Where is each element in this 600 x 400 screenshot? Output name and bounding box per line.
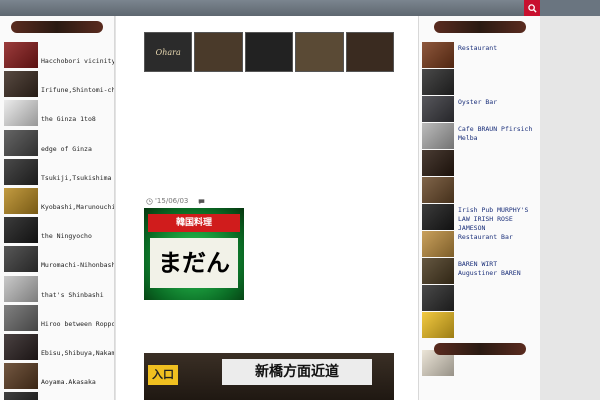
banner-tile[interactable] bbox=[244, 32, 294, 72]
left-sidebar-item[interactable]: Hiroo between Roppongi bbox=[4, 304, 114, 333]
area-name-en[interactable]: Tsukiji,Tsukishima bbox=[41, 174, 111, 182]
area-thumbnail[interactable] bbox=[4, 334, 38, 360]
left-sidebar-item[interactable]: Irifune,Shintomi-cho bbox=[4, 71, 114, 99]
area-thumbnail[interactable] bbox=[4, 363, 38, 390]
shop-thumbnail[interactable] bbox=[422, 96, 454, 122]
shop-link[interactable]: Irish Pub MURPHY'S LAW IRISH ROSE JAMESO… bbox=[458, 206, 540, 232]
left-sidebar: Hacchobori vicinity Irifune,Shintomi-cho t… bbox=[0, 16, 115, 400]
banner-tile[interactable] bbox=[295, 32, 344, 72]
area-name-en[interactable]: Kyobashi,Marunouchi bbox=[41, 203, 114, 211]
right-sidebar-item[interactable] bbox=[422, 69, 540, 97]
shop-thumbnail[interactable] bbox=[422, 150, 454, 176]
left-sidebar-item[interactable]: Hacchobori vicinity bbox=[4, 42, 114, 70]
left-sidebar-item[interactable]: the Ginza 1to8 bbox=[4, 100, 114, 128]
sign-main-text: まだん bbox=[150, 238, 238, 288]
area-thumbnail[interactable] bbox=[4, 217, 38, 244]
shop-thumbnail[interactable] bbox=[422, 258, 454, 284]
right-sidebar-heading bbox=[419, 16, 540, 38]
area-name-en[interactable]: Aoyama.Akasaka bbox=[41, 378, 96, 386]
area-thumbnail[interactable] bbox=[4, 129, 38, 156]
comment-icon bbox=[199, 198, 205, 204]
sign-header-text: 韓国料理 bbox=[148, 214, 240, 232]
site-intro bbox=[144, 88, 394, 126]
post-meta: '15/06/03 bbox=[146, 197, 207, 205]
left-sidebar-item[interactable]: Kyobashi,Marunouchi bbox=[4, 188, 114, 216]
area-name-en[interactable]: Ebisu,Shibuya,Nakame. bbox=[41, 349, 114, 357]
shop-thumbnail[interactable] bbox=[422, 231, 454, 257]
shop-link[interactable]: Cafe BRAUN Pfirsich Melba bbox=[458, 125, 540, 143]
shop-thumbnail[interactable] bbox=[422, 177, 454, 203]
right-sidebar-item[interactable]: Irish Pub MURPHY'S LAW IRISH ROSE JAMESO… bbox=[422, 204, 540, 232]
banner-tile[interactable] bbox=[194, 32, 243, 72]
left-sidebar-item[interactable]: Tsukiji,Tsukishima bbox=[4, 158, 114, 187]
right-sidebar-item[interactable] bbox=[422, 177, 540, 205]
area-name-en[interactable]: Irifune,Shintomi-cho bbox=[41, 86, 114, 94]
post-body bbox=[248, 208, 398, 298]
right-sidebar-item[interactable]: BAREN WIRT Augustiner BAREN bbox=[422, 258, 540, 286]
right-sidebar-item[interactable] bbox=[422, 150, 540, 178]
area-thumbnail[interactable] bbox=[4, 246, 38, 273]
clock-icon bbox=[146, 197, 153, 205]
area-name-en[interactable]: the Ginza 1to8 bbox=[41, 115, 96, 123]
post-title[interactable] bbox=[144, 143, 394, 177]
area-thumbnail[interactable] bbox=[4, 304, 38, 331]
banner-tile[interactable]: Ohara bbox=[144, 32, 193, 72]
area-name-en[interactable]: Muromachi-Nihonbashi bbox=[41, 261, 114, 269]
street-sign-photo: 入口 新橋方面近道 bbox=[144, 353, 394, 400]
area-thumbnail[interactable] bbox=[4, 100, 38, 127]
direction-sign: 新橋方面近道 bbox=[222, 359, 372, 385]
right-sidebar-item[interactable] bbox=[422, 285, 540, 313]
left-sidebar-item[interactable]: Aoyama.Akasaka bbox=[4, 363, 114, 391]
right-sidebar-item[interactable]: Restaurant Bar bbox=[422, 231, 540, 259]
left-sidebar-item[interactable]: edge of Ginza bbox=[4, 129, 114, 158]
area-name-en[interactable]: Hacchobori vicinity bbox=[41, 57, 114, 65]
left-sidebar-item[interactable]: that's Shinbashi bbox=[4, 275, 114, 304]
right-sidebar-item[interactable] bbox=[422, 312, 540, 340]
area-name-en[interactable]: edge of Ginza bbox=[41, 145, 92, 153]
right-sidebar-item[interactable]: Oyster Bar bbox=[422, 96, 540, 124]
shop-thumbnail[interactable] bbox=[422, 204, 454, 230]
right-sidebar-heading-2 bbox=[419, 338, 540, 360]
search-button[interactable] bbox=[524, 0, 540, 16]
right-sidebar-item[interactable]: Cafe BRAUN Pfirsich Melba bbox=[422, 123, 540, 151]
left-sidebar-item[interactable]: Azabu,Shirokane bbox=[4, 392, 114, 400]
area-thumbnail[interactable] bbox=[4, 158, 38, 185]
area-name-en[interactable]: Hiroo between Roppongi bbox=[41, 320, 114, 328]
search-icon bbox=[527, 3, 537, 13]
right-sidebar: Restaurant Oyster Bar Cafe BRAUN Pfirsich … bbox=[418, 16, 540, 400]
banner-tile[interactable] bbox=[345, 32, 395, 72]
page-gutter bbox=[540, 0, 600, 400]
shop-link[interactable]: Restaurant bbox=[458, 44, 540, 53]
shop-thumbnail[interactable] bbox=[422, 123, 454, 149]
header-banner[interactable]: Ohara bbox=[144, 32, 395, 88]
post-paragraph bbox=[144, 321, 398, 349]
area-name-en[interactable]: the Ningyocho bbox=[41, 232, 92, 240]
area-thumbnail[interactable] bbox=[4, 42, 38, 68]
left-sidebar-item[interactable]: Muromachi-Nihonbashi bbox=[4, 246, 114, 274]
top-bar bbox=[0, 0, 540, 16]
shop-link[interactable]: BAREN WIRT Augustiner BAREN bbox=[458, 260, 540, 278]
post-date: '15/06/03 bbox=[155, 197, 189, 205]
shop-thumbnail[interactable] bbox=[422, 69, 454, 95]
shop-thumbnail[interactable] bbox=[422, 312, 454, 338]
shop-thumbnail[interactable] bbox=[422, 42, 454, 68]
entrance-sign: 入口 bbox=[148, 365, 178, 385]
main-content: Ohara '15/06/03 韓国料理 まだん 入口 新橋方面近道 bbox=[116, 16, 418, 400]
shop-link[interactable]: Oyster Bar bbox=[458, 98, 540, 107]
left-sidebar-heading bbox=[0, 16, 114, 38]
shop-thumbnail[interactable] bbox=[422, 285, 454, 311]
area-thumbnail[interactable] bbox=[4, 392, 38, 400]
right-sidebar-item[interactable]: Restaurant bbox=[422, 42, 540, 70]
area-thumbnail[interactable] bbox=[4, 275, 38, 302]
left-sidebar-item[interactable]: the Ningyocho bbox=[4, 217, 114, 245]
area-thumbnail[interactable] bbox=[4, 188, 38, 214]
area-name-en[interactable]: that's Shinbashi bbox=[41, 291, 104, 299]
left-sidebar-item[interactable]: Ebisu,Shibuya,Nakame. bbox=[4, 334, 114, 362]
shop-link[interactable]: Restaurant Bar bbox=[458, 233, 540, 242]
restaurant-sign-photo: 韓国料理 まだん bbox=[144, 208, 244, 300]
area-thumbnail[interactable] bbox=[4, 71, 38, 98]
